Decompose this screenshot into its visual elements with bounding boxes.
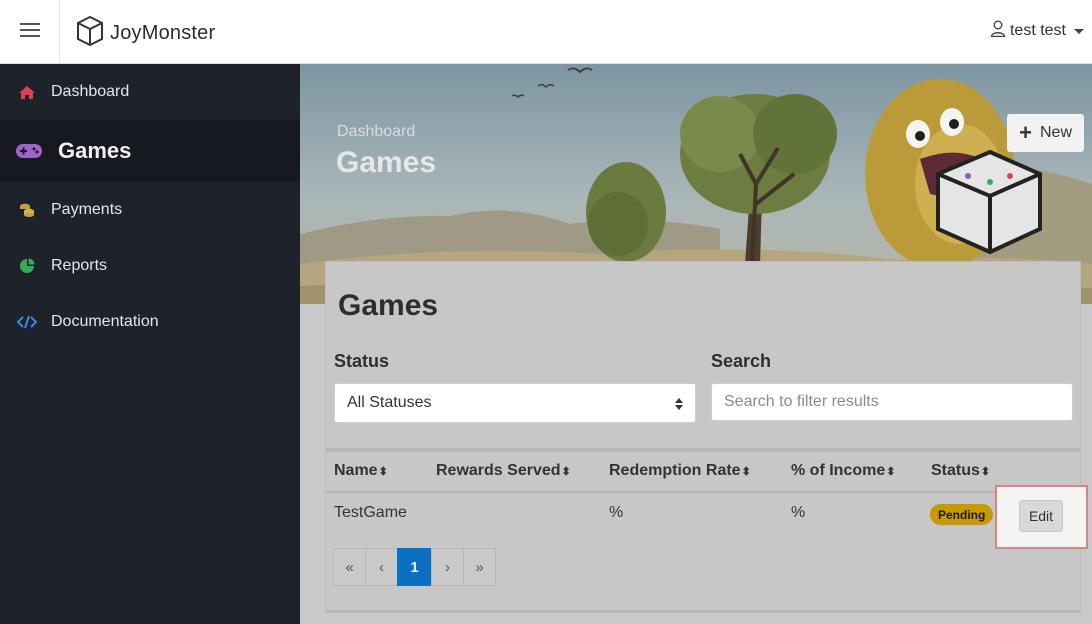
sidebar-item-games[interactable]: Games xyxy=(0,120,300,182)
column-header-rewards-served[interactable]: Rewards Served⬍ xyxy=(436,462,571,480)
column-header-status[interactable]: Status⬍ xyxy=(931,462,990,480)
sidebar-item-payments[interactable]: Payments xyxy=(0,182,300,238)
coins-icon xyxy=(16,202,38,218)
edit-action-highlight: Edit xyxy=(995,485,1088,549)
sort-icon: ⬍ xyxy=(741,466,751,478)
games-card: Games Status All Statuses Search Name⬍ R… xyxy=(325,261,1081,613)
cell-redemption-rate: % xyxy=(609,504,624,521)
status-select-value: All Statuses xyxy=(347,394,432,411)
sidebar-item-label: Payments xyxy=(51,201,123,218)
sidebar: Dashboard Games Payments Reports Documen… xyxy=(0,64,300,624)
menu-toggle-button[interactable] xyxy=(0,0,60,64)
sidebar-item-dashboard[interactable]: Dashboard xyxy=(0,64,300,120)
user-icon xyxy=(990,20,1006,42)
sidebar-item-documentation[interactable]: Documentation xyxy=(0,294,300,350)
status-filter-label: Status xyxy=(334,351,390,371)
page-current-button[interactable]: 1 xyxy=(397,548,432,586)
user-name: test test xyxy=(1009,22,1066,39)
top-bar: JoyMonster test test xyxy=(0,0,1092,64)
edit-button[interactable]: Edit xyxy=(1019,500,1063,532)
sort-icon: ⬍ xyxy=(886,466,896,478)
page-prev-button[interactable]: ‹ xyxy=(365,548,398,586)
sidebar-item-label: Dashboard xyxy=(51,83,130,100)
status-badge: Pending xyxy=(930,504,994,525)
dice-logo-icon xyxy=(76,15,104,52)
pagination: « ‹ 1 › » xyxy=(333,548,496,586)
sort-icon: ⬍ xyxy=(378,466,388,478)
code-icon xyxy=(16,315,38,329)
search-input[interactable] xyxy=(711,383,1073,421)
brand-name: JoyMonster xyxy=(110,21,216,44)
page-last-button[interactable]: » xyxy=(463,548,496,586)
hamburger-icon xyxy=(19,22,40,43)
page-next-button[interactable]: › xyxy=(431,548,464,586)
sidebar-item-label: Games xyxy=(58,138,132,163)
select-arrows-icon xyxy=(675,397,683,415)
column-header-redemption-rate[interactable]: Redemption Rate⬍ xyxy=(609,462,751,480)
new-button-label: New xyxy=(1039,124,1072,141)
table-header-divider xyxy=(326,491,1080,493)
chevron-down-icon xyxy=(1074,28,1084,34)
card-title: Games xyxy=(338,289,439,322)
sidebar-item-label: Reports xyxy=(51,257,108,274)
gamepad-icon xyxy=(14,143,44,159)
home-icon xyxy=(16,85,38,100)
table-divider xyxy=(326,448,1080,452)
cell-name: TestGame xyxy=(334,504,407,521)
sort-icon: ⬍ xyxy=(561,466,571,478)
cell-income: % xyxy=(791,504,806,521)
new-game-button[interactable]: + New xyxy=(1007,114,1084,152)
sidebar-item-label: Documentation xyxy=(51,313,159,330)
pie-chart-icon xyxy=(16,258,38,274)
search-label: Search xyxy=(711,351,772,371)
page-first-button[interactable]: « xyxy=(333,548,366,586)
brand-logo[interactable]: JoyMonster xyxy=(76,15,216,52)
sidebar-item-reports[interactable]: Reports xyxy=(0,238,300,294)
page-title: Games xyxy=(336,146,437,179)
breadcrumb[interactable]: Dashboard xyxy=(337,123,415,141)
user-menu[interactable]: test test xyxy=(990,20,1084,42)
status-select[interactable]: All Statuses xyxy=(334,383,696,423)
column-header-name[interactable]: Name⬍ xyxy=(334,462,388,480)
sort-icon: ⬍ xyxy=(980,466,991,478)
plus-icon: + xyxy=(1019,120,1032,145)
column-header-income[interactable]: % of Income⬍ xyxy=(791,462,895,480)
